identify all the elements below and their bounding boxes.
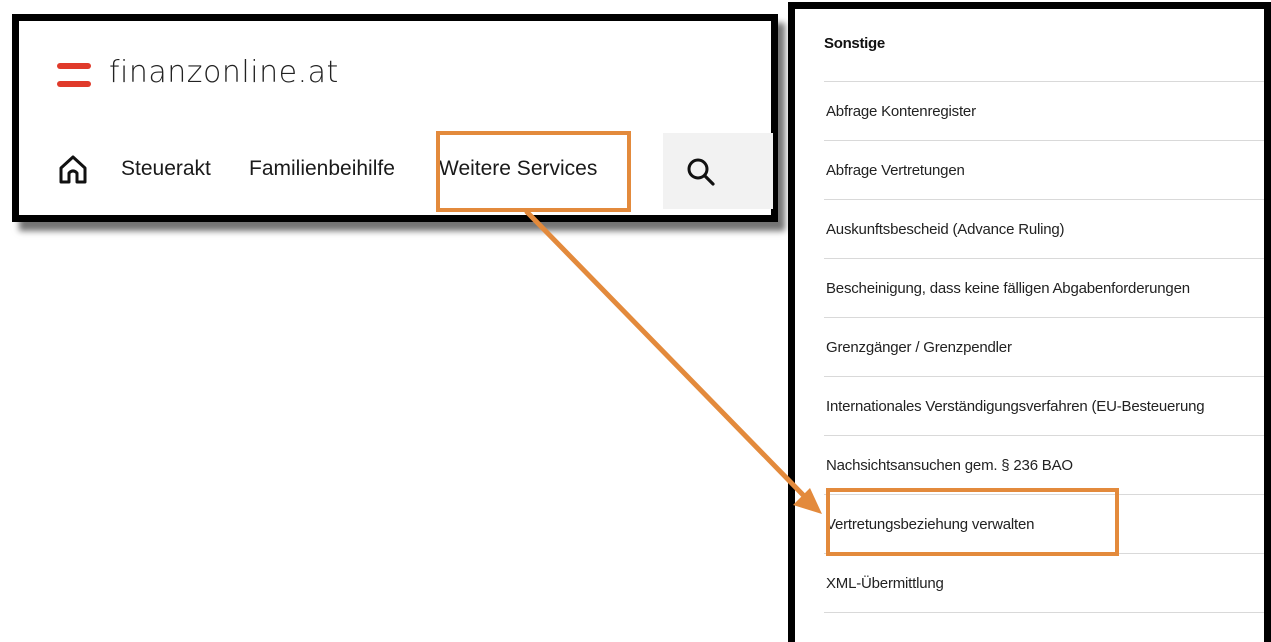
menu-item-label: Abfrage Vertretungen: [826, 162, 965, 179]
menu-item-label: Grenzgänger / Grenzpendler: [826, 339, 1012, 356]
menu-item-abfrage-kontenregister[interactable]: Abfrage Kontenregister: [824, 81, 1264, 140]
menu-item-xml-uebermittlung[interactable]: XML-Übermittlung: [824, 553, 1264, 613]
nav-item-familienbeihilfe[interactable]: Familienbeihilfe: [249, 157, 395, 181]
logo-text: finanzonline.at: [109, 55, 339, 90]
menu-item-label: XML-Übermittlung: [826, 575, 944, 592]
search-icon: [687, 158, 715, 186]
menu-item-label: Auskunftsbescheid (Advance Ruling): [826, 221, 1065, 238]
menu-item-nachsichtsansuchen[interactable]: Nachsichtsansuchen gem. § 236 BAO: [824, 435, 1264, 494]
nav-item-steuerakt[interactable]: Steuerakt: [121, 157, 211, 181]
menu-item-auskunftsbescheid[interactable]: Auskunftsbescheid (Advance Ruling): [824, 199, 1264, 258]
site-header-panel: finanzonline.at Steuerakt Familienbeihil…: [12, 14, 778, 222]
menu-item-grenzgaenger[interactable]: Grenzgänger / Grenzpendler: [824, 317, 1264, 376]
menu-item-label: Internationales Verständigungsverfahren …: [826, 398, 1205, 415]
menu-item-bescheinigung[interactable]: Bescheinigung, dass keine fälligen Abgab…: [824, 258, 1264, 317]
menu-item-verstaendigungsverfahren[interactable]: Internationales Verständigungsverfahren …: [824, 376, 1264, 435]
home-icon[interactable]: [57, 153, 89, 185]
menu-item-label: Bescheinigung, dass keine fälligen Abgab…: [826, 280, 1190, 297]
austria-flag-icon: [57, 63, 91, 88]
search-button[interactable]: [663, 133, 773, 209]
nav-item-weitere-services[interactable]: Weitere Services: [439, 157, 597, 181]
menu-item-label: Vertretungsbeziehung verwalten: [826, 516, 1035, 533]
menu-item-label: Abfrage Kontenregister: [826, 103, 976, 120]
menu-list: Abfrage Kontenregister Abfrage Vertretun…: [824, 81, 1264, 613]
menu-item-abfrage-vertretungen[interactable]: Abfrage Vertretungen: [824, 140, 1264, 199]
menu-item-label: Nachsichtsansuchen gem. § 236 BAO: [826, 457, 1073, 474]
menu-section-title: Sonstige: [824, 35, 885, 52]
menu-item-vertretungsbeziehung-verwalten[interactable]: Vertretungsbeziehung verwalten: [824, 494, 1264, 553]
services-menu-panel: Sonstige Abfrage Kontenregister Abfrage …: [788, 2, 1271, 642]
site-logo[interactable]: finanzonline.at: [57, 55, 377, 91]
